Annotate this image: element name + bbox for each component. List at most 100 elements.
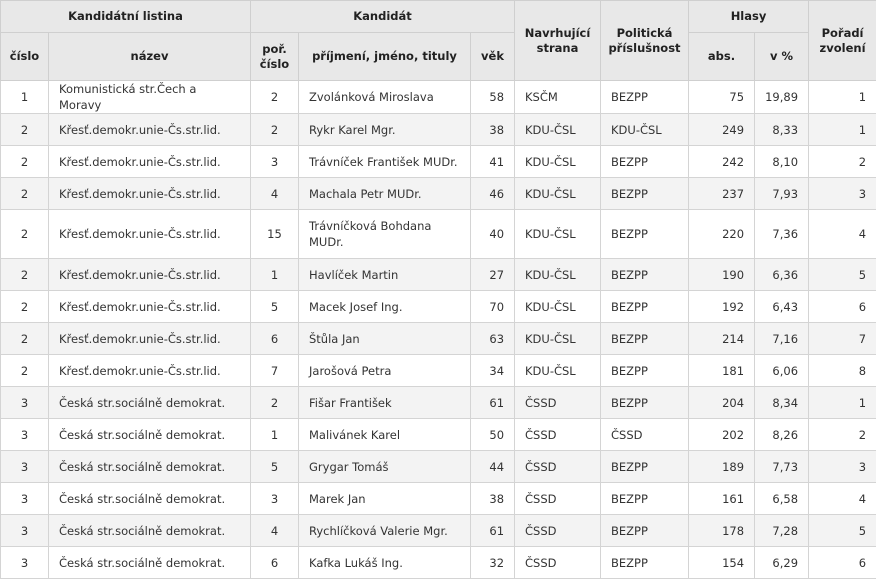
cell-list-number: 3 <box>0 514 49 547</box>
cell-election-order: 5 <box>808 258 876 291</box>
cell-proposing-party: KDU-ČSL <box>514 209 602 259</box>
cell-candidate-name: Štůla Jan <box>298 322 471 355</box>
cell-political-affiliation: BEZPP <box>600 80 690 114</box>
cell-list-number: 2 <box>0 145 49 178</box>
cell-candidate-name: Zvolánková Miroslava <box>298 80 471 114</box>
cell-age: 38 <box>469 113 516 146</box>
table-body: 1 Komunistická str.Čech a Moravy 2 Zvolánko… <box>0 80 876 579</box>
header-list-name: název <box>48 32 251 81</box>
table-row: 2 Křesť.demokr.unie-Čs.str.lid. 3 Trávníček… <box>0 145 876 178</box>
cell-votes-pct: 6,58 <box>754 482 810 515</box>
cell-list-name: Česká str.sociálně demokrat. <box>48 418 251 451</box>
cell-proposing-party: ČSSD <box>514 482 602 515</box>
cell-political-affiliation: BEZPP <box>600 322 690 355</box>
cell-votes-abs: 249 <box>688 113 756 146</box>
cell-age: 63 <box>469 322 516 355</box>
cell-list-number: 1 <box>0 80 49 114</box>
cell-list-number: 2 <box>0 354 49 387</box>
cell-votes-abs: 189 <box>688 450 756 483</box>
cell-list-name: Křesť.demokr.unie-Čs.str.lid. <box>48 145 251 178</box>
cell-votes-pct: 7,36 <box>754 209 810 259</box>
cell-political-affiliation: BEZPP <box>600 258 690 291</box>
cell-political-affiliation: BEZPP <box>600 290 690 323</box>
cell-list-number: 2 <box>0 209 49 259</box>
cell-proposing-party: KDU-ČSL <box>514 290 602 323</box>
cell-list-name: Křesť.demokr.unie-Čs.str.lid. <box>48 290 251 323</box>
cell-election-order: 4 <box>808 209 876 259</box>
cell-election-order: 3 <box>808 177 876 210</box>
cell-candidate-name: Jarošová Petra <box>298 354 471 387</box>
cell-age: 27 <box>469 258 516 291</box>
cell-votes-abs: 202 <box>688 418 756 451</box>
table-row: 2 Křesť.demokr.unie-Čs.str.lid. 1 Havlíček … <box>0 258 876 291</box>
cell-list-name: Křesť.demokr.unie-Čs.str.lid. <box>48 209 251 259</box>
cell-candidate-number: 3 <box>250 145 299 178</box>
cell-election-order: 2 <box>808 418 876 451</box>
cell-votes-abs: 181 <box>688 354 756 387</box>
cell-proposing-party: KSČM <box>514 80 602 114</box>
cell-proposing-party: KDU-ČSL <box>514 322 602 355</box>
cell-votes-pct: 6,29 <box>754 546 810 579</box>
cell-votes-pct: 8,10 <box>754 145 810 178</box>
cell-list-name: Komunistická str.Čech a Moravy <box>48 80 251 114</box>
cell-votes-abs: 204 <box>688 386 756 419</box>
cell-list-name: Česká str.sociálně demokrat. <box>48 514 251 547</box>
header-candidate: Kandidát <box>249 0 516 33</box>
cell-political-affiliation: BEZPP <box>600 450 690 483</box>
cell-age: 40 <box>469 209 516 259</box>
cell-votes-pct: 6,36 <box>754 258 810 291</box>
cell-candidate-name: Malivánek Karel <box>298 418 471 451</box>
table-row: 2 Křesť.demokr.unie-Čs.str.lid. 6 Štůla Jan… <box>0 322 876 355</box>
cell-candidate-number: 5 <box>250 290 299 323</box>
cell-votes-pct: 8,26 <box>754 418 810 451</box>
cell-list-name: Křesť.demokr.unie-Čs.str.lid. <box>48 354 251 387</box>
cell-candidate-number: 5 <box>250 450 299 483</box>
table-row: 2 Křesť.demokr.unie-Čs.str.lid. 2 Rykr Kare… <box>0 113 876 146</box>
cell-list-name: Křesť.demokr.unie-Čs.str.lid. <box>48 113 251 146</box>
header-candidate-number: poř. číslo <box>250 32 299 81</box>
cell-age: 70 <box>469 290 516 323</box>
cell-list-number: 2 <box>0 290 49 323</box>
table-row: 2 Křesť.demokr.unie-Čs.str.lid. 15 Trávníčk… <box>0 209 876 259</box>
cell-age: 50 <box>469 418 516 451</box>
cell-votes-abs: 214 <box>688 322 756 355</box>
cell-votes-pct: 7,93 <box>754 177 810 210</box>
cell-political-affiliation: KDU-ČSL <box>600 113 690 146</box>
cell-list-number: 3 <box>0 450 49 483</box>
header-row-groups: Kandidátní listina Kandidát Navrhující s… <box>0 0 876 81</box>
table-row: 3 Česká str.sociálně demokrat. 5 Grygar Tom… <box>0 450 876 483</box>
cell-votes-pct: 6,06 <box>754 354 810 387</box>
cell-list-name: Česká str.sociálně demokrat. <box>48 386 251 419</box>
header-list-number: číslo <box>0 32 49 81</box>
cell-candidate-name: Marek Jan <box>298 482 471 515</box>
cell-candidate-number: 7 <box>250 354 299 387</box>
cell-candidate-name: Rychlíčková Valerie Mgr. <box>298 514 471 547</box>
cell-age: 58 <box>469 80 516 114</box>
cell-list-number: 2 <box>0 258 49 291</box>
cell-candidate-number: 6 <box>250 546 299 579</box>
cell-candidate-name: Havlíček Martin <box>298 258 471 291</box>
cell-age: 38 <box>469 482 516 515</box>
table-row: 1 Komunistická str.Čech a Moravy 2 Zvolánko… <box>0 80 876 114</box>
cell-candidate-name: Fišar František <box>298 386 471 419</box>
cell-political-affiliation: BEZPP <box>600 546 690 579</box>
cell-votes-abs: 154 <box>688 546 756 579</box>
cell-votes-pct: 7,16 <box>754 322 810 355</box>
cell-list-name: Křesť.demokr.unie-Čs.str.lid. <box>48 322 251 355</box>
cell-candidate-name: Kafka Lukáš Ing. <box>298 546 471 579</box>
cell-proposing-party: ČSSD <box>514 386 602 419</box>
table-row: 3 Česká str.sociálně demokrat. 2 Fišar Fran… <box>0 386 876 419</box>
cell-proposing-party: ČSSD <box>514 546 602 579</box>
cell-candidate-number: 2 <box>250 386 299 419</box>
cell-age: 34 <box>469 354 516 387</box>
cell-candidate-number: 2 <box>250 80 299 114</box>
table-row: 3 Česká str.sociálně demokrat. 6 Kafka Luká… <box>0 546 876 579</box>
cell-political-affiliation: BEZPP <box>600 209 690 259</box>
table-row: 3 Česká str.sociálně demokrat. 1 Malivánek … <box>0 418 876 451</box>
cell-candidate-number: 1 <box>250 258 299 291</box>
cell-proposing-party: ČSSD <box>514 514 602 547</box>
table-row: 3 Česká str.sociálně demokrat. 4 Rychlíčkov… <box>0 514 876 547</box>
cell-candidate-number: 2 <box>250 113 299 146</box>
results-table: Kandidátní listina Kandidát Navrhující s… <box>0 0 876 579</box>
cell-election-order: 2 <box>808 145 876 178</box>
